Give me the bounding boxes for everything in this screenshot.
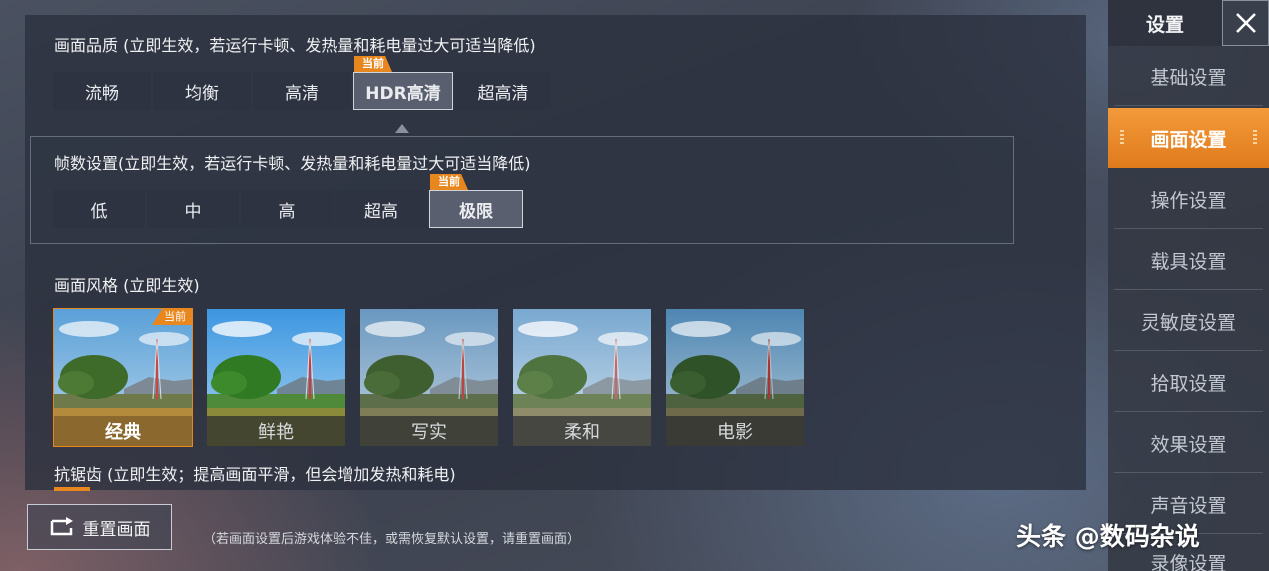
- quality-option-hd[interactable]: 高清: [253, 72, 351, 110]
- sidebar-item-label: 声音设置: [1150, 494, 1227, 517]
- style-title: 画面风格 (立即生效): [54, 276, 200, 295]
- sidebar-item-label: 拾取设置: [1150, 372, 1227, 395]
- sidebar-item-label: 灵敏度设置: [1140, 311, 1236, 334]
- quality-option-balanced[interactable]: 均衡: [153, 72, 251, 110]
- sidebar-title: 设置: [1108, 0, 1222, 46]
- style-option-cinema-label: 电影: [666, 416, 804, 446]
- reset-hint: （若画面设置后游戏体验不佳，或需恢复默认设置，请重置画面）: [203, 532, 581, 547]
- grip-icon: [1253, 130, 1257, 146]
- sidebar-item-graphics[interactable]: 画面设置: [1108, 108, 1269, 168]
- framerate-option-high[interactable]: 高: [241, 190, 333, 228]
- framerate-options: 低 中 高 超高 极限 当前: [53, 174, 523, 228]
- style-option-cinema[interactable]: 电影: [666, 309, 804, 446]
- settings-sidebar: 设置 基础设置 画面设置 操作设置 载具设置 灵敏度设置 拾取设置 效果设置 声…: [1108, 0, 1269, 571]
- antialias-title: 抗锯齿 (立即生效；提高画面平滑，但会增加发热和耗电): [54, 465, 456, 484]
- quality-option-hdr-label: HDR高清: [365, 83, 441, 104]
- quality-options: 流畅 均衡 高清 HDR高清 当前 超高清: [53, 56, 551, 110]
- current-badge-peek: [54, 487, 90, 491]
- style-option-classic[interactable]: 当前 经典: [53, 308, 193, 447]
- style-option-classic-label: 经典: [54, 416, 192, 446]
- style-options: 当前 经典 鲜艳 写实 柔和 电影: [53, 308, 804, 447]
- close-button[interactable]: [1222, 0, 1269, 46]
- sidebar-item-label: 效果设置: [1150, 433, 1227, 456]
- sidebar-item-label: 画面设置: [1150, 128, 1227, 151]
- sidebar-item-controls[interactable]: 操作设置: [1108, 169, 1269, 229]
- quality-option-smooth[interactable]: 流畅: [53, 72, 151, 110]
- sidebar-item-sensitivity[interactable]: 灵敏度设置: [1108, 291, 1269, 351]
- reset-graphics-button[interactable]: 重置画面: [27, 504, 172, 550]
- quality-title: 画面品质 (立即生效，若运行卡顿、发热量和耗电量过大可适当降低): [54, 36, 536, 55]
- sidebar-item-pickup[interactable]: 拾取设置: [1108, 352, 1269, 412]
- framerate-title: 帧数设置(立即生效，若运行卡顿、发热量和耗电量过大可适当降低): [54, 154, 531, 173]
- reset-graphics-label: 重置画面: [82, 519, 151, 540]
- quality-option-hdr[interactable]: HDR高清 当前: [353, 56, 453, 110]
- pointer-caret: [395, 124, 409, 133]
- close-icon: [1235, 13, 1256, 33]
- sidebar-item-effects[interactable]: 效果设置: [1108, 413, 1269, 473]
- sidebar-item-label: 操作设置: [1150, 189, 1227, 212]
- sidebar-item-basic[interactable]: 基础设置: [1108, 46, 1269, 106]
- reset-icon: [50, 517, 73, 536]
- framerate-option-medium[interactable]: 中: [147, 190, 239, 228]
- quality-option-uhd[interactable]: 超高清: [455, 72, 551, 110]
- style-option-soft-label: 柔和: [513, 416, 651, 446]
- style-option-vivid-label: 鲜艳: [207, 416, 345, 446]
- sidebar-item-label: 载具设置: [1150, 250, 1227, 273]
- style-option-realistic-label: 写实: [360, 416, 498, 446]
- framerate-option-extreme-label: 极限: [459, 201, 493, 222]
- style-option-realistic[interactable]: 写实: [360, 309, 498, 446]
- watermark: 头条 @数码杂说: [1016, 522, 1200, 551]
- framerate-option-ultra[interactable]: 超高: [335, 190, 427, 228]
- framerate-option-extreme[interactable]: 极限 当前: [429, 174, 523, 228]
- style-option-soft[interactable]: 柔和: [513, 309, 651, 446]
- style-option-vivid[interactable]: 鲜艳: [207, 309, 345, 446]
- sidebar-item-label: 基础设置: [1150, 66, 1227, 89]
- sidebar-item-vehicle[interactable]: 载具设置: [1108, 230, 1269, 290]
- grip-icon: [1120, 130, 1124, 146]
- framerate-option-low[interactable]: 低: [53, 190, 145, 228]
